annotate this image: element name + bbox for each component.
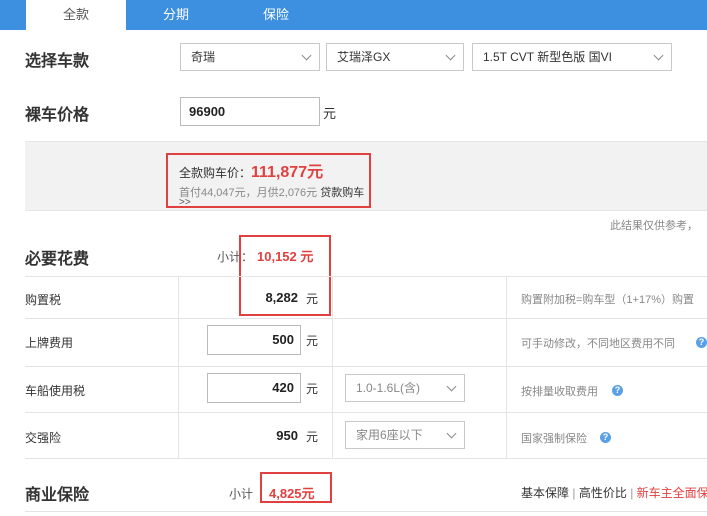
vehicle-tax-unit: 元	[306, 382, 319, 396]
displacement-select[interactable]: 1.0-1.6L(含)	[345, 374, 465, 402]
insurance-plan-options: 基本保障 | 高性价比 | 新车主全面保	[521, 484, 707, 501]
compulsory-insurance-value: 950	[276, 428, 298, 443]
vehicle-tax-input[interactable]: 420	[207, 373, 301, 403]
chevron-down-icon	[301, 50, 312, 61]
plan-separator: |	[630, 486, 634, 500]
loan-arrows[interactable]: >>	[179, 198, 191, 207]
plan-basic[interactable]: 基本保障	[521, 486, 569, 500]
purchase-tax-label: 购置税	[25, 293, 62, 307]
plate-fee-hint: 可手动修改，不同地区费用不同	[521, 338, 675, 350]
tab-bar: 全款 分期 保险	[0, 0, 707, 30]
plan-separator: |	[572, 486, 576, 500]
full-price-value: 111,877元	[251, 164, 324, 181]
plan-value[interactable]: 高性价比	[579, 486, 627, 500]
full-price-line: 全款购车价：111,877元	[179, 158, 323, 182]
commercial-highlight-box	[260, 472, 332, 503]
divider	[25, 511, 707, 512]
help-icon[interactable]: ?	[600, 432, 611, 443]
brand-select-value: 奇瑞	[191, 50, 216, 64]
divider	[25, 366, 707, 367]
help-icon[interactable]: ?	[696, 337, 707, 348]
plan-full[interactable]: 新车主全面保	[637, 486, 707, 500]
tab-installment[interactable]: 分期	[126, 0, 226, 30]
disclaimer-note: 此结果仅供参考，	[610, 220, 698, 232]
version-select-value: 1.5T CVT 新型色版 国VI	[483, 50, 612, 64]
required-title: 必要花费	[25, 251, 90, 268]
displacement-select-value: 1.0-1.6L(含)	[356, 381, 421, 395]
compulsory-insurance-label: 交强险	[25, 431, 62, 445]
plate-fee-input[interactable]: 500	[207, 325, 301, 355]
select-model-title: 选择车款	[25, 53, 90, 70]
chevron-down-icon	[445, 50, 456, 61]
help-icon[interactable]: ?	[612, 385, 623, 396]
vehicle-tax-label: 车船使用税	[25, 384, 86, 398]
commercial-insurance-title: 商业保险	[25, 487, 90, 504]
loan-line: 首付44,047元，月供2,076元 贷款购车	[179, 184, 364, 200]
divider	[25, 412, 707, 413]
bare-price-unit: 元	[323, 106, 337, 121]
compulsory-insurance-unit: 元	[306, 430, 319, 444]
version-select[interactable]: 1.5T CVT 新型色版 国VI	[472, 43, 672, 71]
purchase-tax-hint: 购置附加税=购车型（1+17%）购置	[521, 294, 694, 306]
seat-type-select[interactable]: 家用6座以下	[345, 421, 465, 449]
compulsory-insurance-hint: 国家强制保险	[521, 433, 587, 445]
full-price-label: 全款购车价：	[179, 166, 252, 180]
loan-summary: 首付44,047元，月供2,076元	[179, 187, 318, 199]
loan-link[interactable]: 贷款购车	[320, 187, 364, 199]
brand-select[interactable]: 奇瑞	[180, 43, 320, 71]
series-select[interactable]: 艾瑞泽GX	[326, 43, 464, 71]
bare-price-title: 裸车价格	[25, 107, 90, 124]
purchase-tax-value: 8,282	[265, 290, 298, 305]
commercial-subtotal-label: 小计	[229, 487, 254, 501]
chevron-down-icon	[446, 428, 457, 439]
tab-insurance[interactable]: 保险	[226, 0, 326, 30]
column-divider	[178, 277, 179, 458]
divider	[25, 276, 707, 277]
seat-type-select-value: 家用6座以下	[356, 428, 423, 442]
column-divider	[332, 277, 333, 458]
chevron-down-icon	[446, 381, 457, 392]
bare-price-input[interactable]: 96900	[180, 97, 320, 126]
divider	[25, 458, 707, 459]
chevron-down-icon	[653, 50, 664, 61]
tab-full-payment[interactable]: 全款	[26, 0, 126, 30]
column-divider	[506, 277, 507, 458]
purchase-tax-unit: 元	[306, 292, 319, 306]
divider	[25, 318, 707, 319]
vehicle-tax-hint: 按排量收取费用	[521, 386, 598, 398]
plate-fee-unit: 元	[306, 334, 319, 348]
series-select-value: 艾瑞泽GX	[337, 50, 391, 64]
plate-fee-label: 上牌费用	[25, 336, 74, 350]
